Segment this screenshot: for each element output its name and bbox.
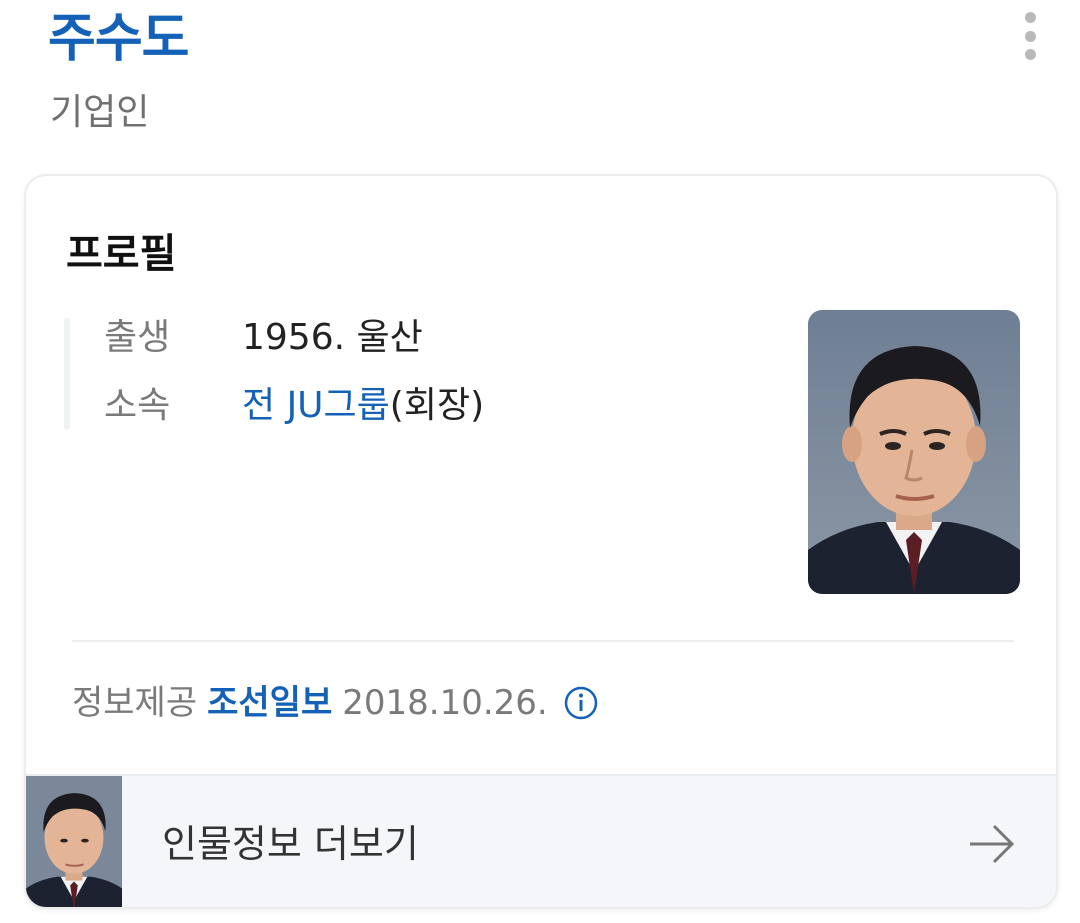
affiliation-link[interactable]: 전 JU그룹 xyxy=(242,385,390,426)
affiliation-value: 전 JU그룹(회장) xyxy=(242,382,484,430)
section-title: 프로필 xyxy=(66,231,177,277)
source-line: 정보제공 조선일보 2018.10.26. xyxy=(72,678,598,728)
source-label: 정보제공 xyxy=(72,683,198,723)
more-person-info-button[interactable]: 인물정보 더보기 xyxy=(26,774,1056,907)
source-provider-link[interactable]: 조선일보 xyxy=(207,678,332,728)
dot xyxy=(1024,12,1036,23)
dot xyxy=(1024,49,1036,60)
person-occupation: 기업인 xyxy=(50,92,150,133)
birth-label: 출생 xyxy=(104,317,171,358)
portrait-photo[interactable] xyxy=(808,310,1020,594)
portrait-thumbnail xyxy=(26,776,122,907)
affiliation-role: (회장) xyxy=(389,385,485,426)
more-options-icon[interactable] xyxy=(1012,8,1048,64)
divider xyxy=(72,640,1014,642)
person-name[interactable]: 주수도 xyxy=(48,6,190,72)
profile-card: 프로필 출생 1956. 울산 소속 전 JU그룹(회장) 정보제공 조선일보 … xyxy=(24,174,1058,909)
more-info-label: 인물정보 더보기 xyxy=(162,822,419,866)
info-accent-bar xyxy=(64,318,70,430)
person-info-page: 주수도 기업인 프로필 출생 1956. 울산 소속 전 JU그룹(회장) 정보… xyxy=(0,0,1080,923)
arrow-right-icon xyxy=(966,820,1018,868)
dot xyxy=(1024,30,1036,42)
info-icon[interactable] xyxy=(564,686,598,720)
birth-value: 1956. 울산 xyxy=(242,317,423,358)
portrait-illustration xyxy=(808,310,1020,594)
source-date: 2018.10.26. xyxy=(342,683,548,723)
affiliation-label: 소속 xyxy=(104,385,171,426)
